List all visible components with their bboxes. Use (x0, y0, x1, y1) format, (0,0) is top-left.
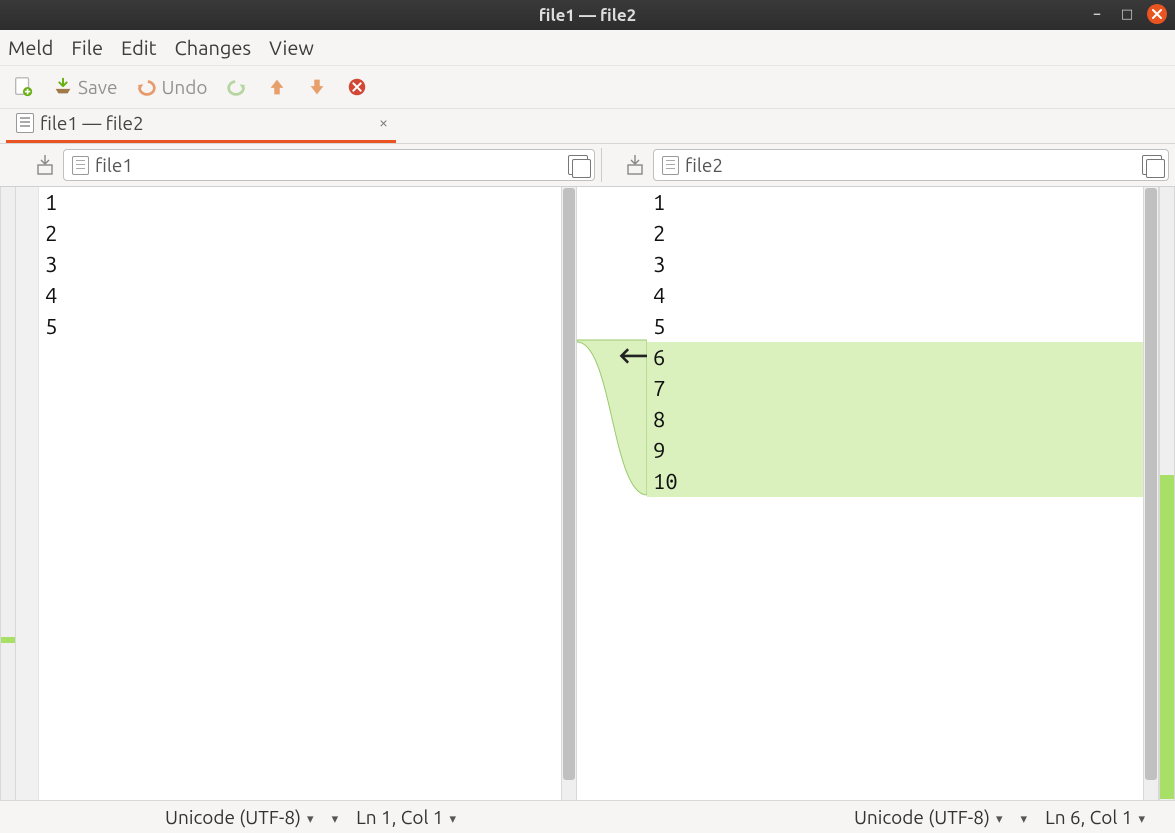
status-encoding-left[interactable]: Unicode (UTF-8)▾ (165, 806, 314, 828)
scrollbar-right[interactable] (1143, 187, 1159, 800)
file-headers: file1 file2 (0, 144, 1175, 187)
tab-close-button[interactable]: × (379, 114, 388, 132)
window-title: file1 — file2 (0, 6, 1175, 25)
gutter-left (16, 187, 39, 800)
code-line[interactable]: 10 (647, 466, 1143, 497)
text-left[interactable]: 12345 (39, 187, 561, 800)
copy-icon[interactable] (1142, 155, 1162, 175)
code-line[interactable]: 6 (647, 342, 1143, 373)
code-line[interactable]: 2 (647, 218, 1143, 249)
arrow-up-icon (266, 76, 288, 98)
scrollbar-left[interactable] (561, 187, 577, 800)
code-line[interactable]: 4 (647, 280, 1143, 311)
toolbar: Save Undo (0, 66, 1175, 109)
save-to-icon[interactable] (625, 153, 645, 177)
document-icon (662, 156, 679, 175)
code-line[interactable]: 3 (647, 249, 1143, 280)
code-line[interactable]: 9 (647, 435, 1143, 466)
status-encoding-right[interactable]: Unicode (UTF-8)▾ (854, 806, 1003, 828)
close-button[interactable] (1147, 4, 1167, 24)
code-line[interactable]: 7 (647, 373, 1143, 404)
save-to-icon[interactable] (35, 153, 55, 177)
copy-icon[interactable] (568, 155, 588, 175)
menu-changes[interactable]: Changes (175, 36, 252, 59)
code-line[interactable]: 8 (647, 404, 1143, 435)
delete-change-button[interactable] (342, 74, 372, 100)
menu-meld[interactable]: Meld (8, 36, 53, 59)
file-header-right: file2 (602, 145, 1175, 185)
code-line[interactable]: 5 (647, 311, 1143, 342)
save-label: Save (78, 76, 117, 98)
scrollbar-thumb[interactable] (563, 188, 575, 780)
status-position-left[interactable]: Ln 1, Col 1▾ (356, 806, 456, 828)
pane-right: 12345678910 (647, 187, 1143, 800)
code-line[interactable]: 1 (647, 187, 1143, 218)
next-change-button[interactable] (302, 74, 332, 100)
tab-label: file1 — file2 (40, 112, 144, 134)
pane-left: 12345 (16, 187, 561, 800)
code-line[interactable]: 5 (39, 311, 561, 342)
diff-area: 12345 🡐 12345678910 (0, 187, 1175, 800)
statusbar: Unicode (UTF-8)▾ ▾ Ln 1, Col 1▾ Unicode … (0, 800, 1175, 833)
delete-icon (346, 76, 368, 98)
save-icon (52, 76, 74, 98)
app-window: file1 — file2 – □ Meld File Edit Changes… (0, 0, 1175, 833)
redo-icon (226, 76, 248, 98)
document-icon (16, 113, 34, 133)
scrollbar-thumb[interactable] (1145, 188, 1157, 780)
arrow-down-icon (306, 76, 328, 98)
tabbar: file1 — file2 × (0, 109, 1175, 144)
undo-icon (135, 76, 157, 98)
code-line[interactable]: 1 (39, 187, 561, 218)
new-compare-button[interactable] (8, 74, 38, 100)
text-right[interactable]: 12345678910 (647, 187, 1143, 800)
overview-left[interactable] (0, 187, 16, 800)
undo-button[interactable]: Undo (131, 74, 211, 100)
file-path-right[interactable]: file2 (653, 149, 1169, 181)
code-line[interactable]: 3 (39, 249, 561, 280)
menu-file[interactable]: File (71, 36, 103, 59)
change-marker (1, 637, 15, 643)
file-path-left[interactable]: file1 (63, 149, 595, 181)
file-left-label: file1 (95, 154, 133, 176)
file-right-label: file2 (685, 154, 723, 176)
maximize-button[interactable]: □ (1117, 4, 1137, 24)
status-menu-left[interactable]: ▾ (332, 808, 339, 827)
menu-view[interactable]: View (269, 36, 314, 59)
redo-button[interactable] (222, 74, 252, 100)
window-buttons: – □ (1087, 4, 1167, 24)
save-button[interactable]: Save (48, 74, 121, 100)
titlebar: file1 — file2 – □ (0, 0, 1175, 30)
status-menu-right[interactable]: ▾ (1021, 808, 1028, 827)
menubar: Meld File Edit Changes View (0, 30, 1175, 66)
status-position-right[interactable]: Ln 6, Col 1▾ (1045, 806, 1145, 828)
file-header-left: file1 (0, 145, 601, 185)
document-icon (72, 156, 89, 175)
tab-active[interactable]: file1 — file2 × (6, 108, 396, 143)
menu-edit[interactable]: Edit (121, 36, 156, 59)
prev-change-button[interactable] (262, 74, 292, 100)
change-marker (1160, 475, 1174, 799)
overview-right[interactable] (1159, 187, 1175, 800)
code-line[interactable]: 2 (39, 218, 561, 249)
code-line[interactable]: 4 (39, 280, 561, 311)
minimize-button[interactable]: – (1087, 4, 1107, 24)
undo-label: Undo (161, 76, 207, 98)
link-area: 🡐 (577, 187, 647, 800)
